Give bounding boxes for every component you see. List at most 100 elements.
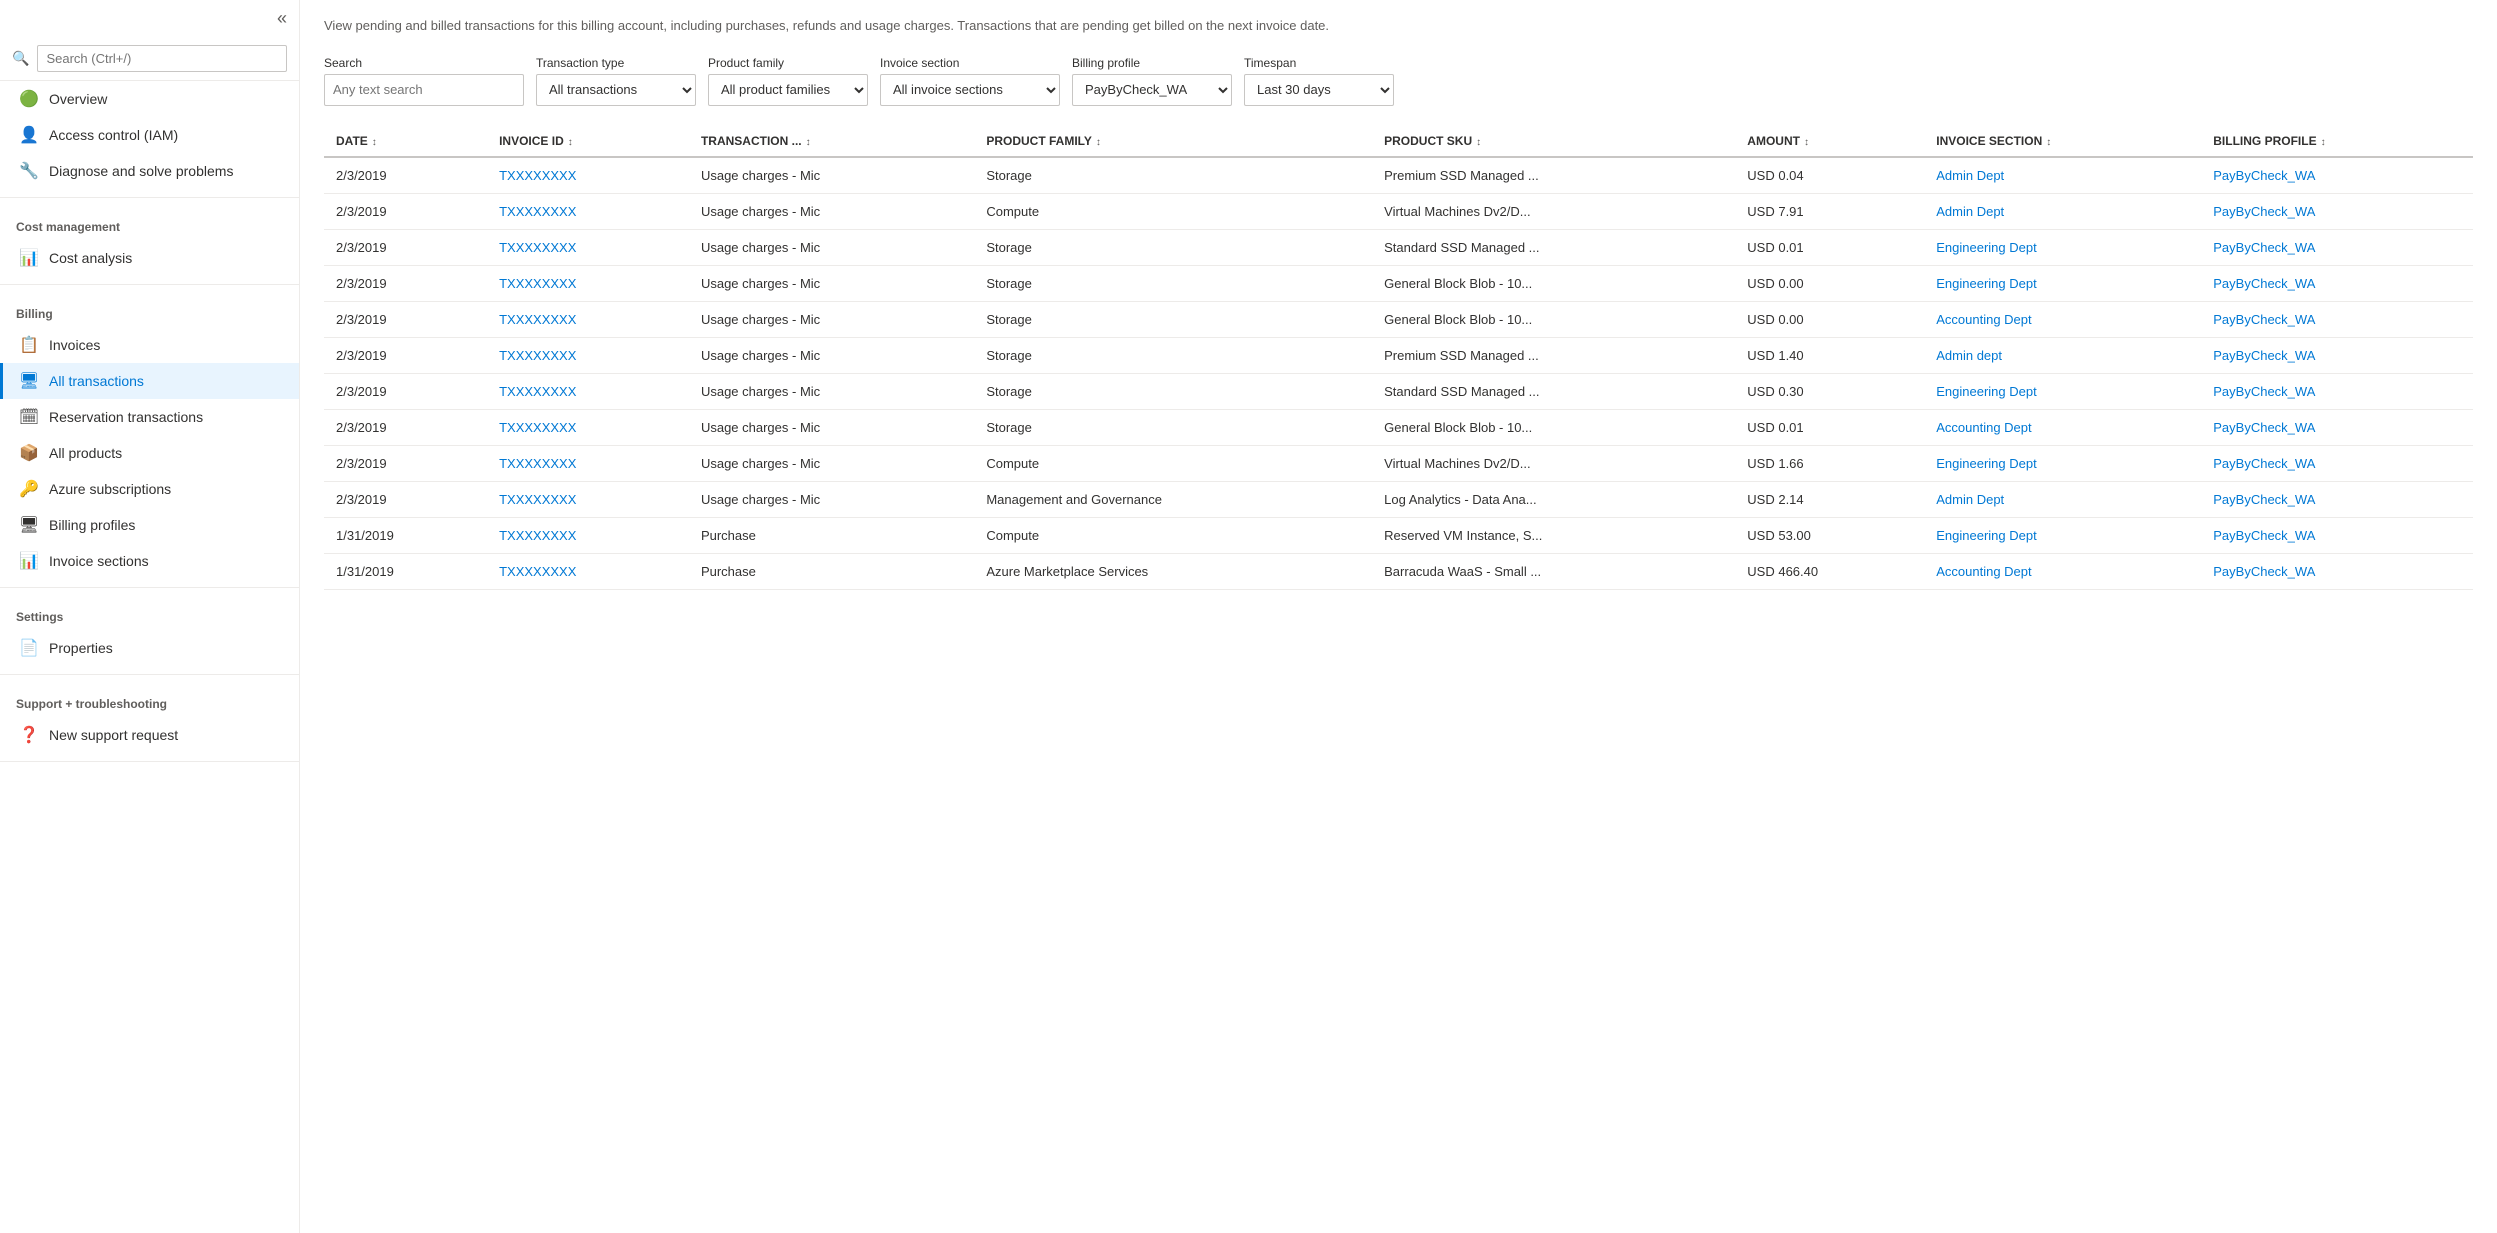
invoice_id-link[interactable]: TXXXXXXXX [499,420,576,435]
invoice_id-link[interactable]: TXXXXXXXX [499,384,576,399]
billing_profile-link[interactable]: PayByCheck_WA [2213,528,2315,543]
invoice_id-link[interactable]: TXXXXXXXX [499,204,576,219]
invoice_section-link[interactable]: Admin Dept [1936,492,2004,507]
invoice-section-select[interactable]: All invoice sectionsAdmin DeptEngineerin… [880,74,1060,106]
sidebar-divider [0,197,299,198]
cell-billing_profile: PayByCheck_WA [2201,265,2473,301]
col-header-amount[interactable]: AMOUNT↕ [1735,126,1924,157]
sidebar-item-billing-profiles[interactable]: 🖥Billing profiles [0,507,299,543]
product-family-select[interactable]: All product familiesComputeStorageNetwor… [708,74,868,106]
billing-profile-label: Billing profile [1072,56,1232,70]
invoice_section-link[interactable]: Engineering Dept [1936,240,2036,255]
sidebar-item-properties[interactable]: 📄Properties [0,630,299,666]
billing_profile-link[interactable]: PayByCheck_WA [2213,420,2315,435]
invoice_id-link[interactable]: TXXXXXXXX [499,564,576,579]
sidebar-item-all-transactions[interactable]: 🖥All transactions [0,363,299,399]
cell-transaction: Usage charges - Mic [689,481,974,517]
sidebar: « 🔍 🟢Overview👤Access control (IAM)🔧Diagn… [0,0,300,1233]
billing_profile-link[interactable]: PayByCheck_WA [2213,564,2315,579]
cost-analysis-icon: 📊 [19,248,39,268]
all-products-icon: 📦 [19,443,39,463]
timespan-select[interactable]: Last 30 daysLast 60 daysLast 90 daysCust… [1244,74,1394,106]
billing_profile-link[interactable]: PayByCheck_WA [2213,240,2315,255]
sidebar-item-cost-analysis[interactable]: 📊Cost analysis [0,240,299,276]
invoice_section-link[interactable]: Engineering Dept [1936,456,2036,471]
billing_profile-link[interactable]: PayByCheck_WA [2213,384,2315,399]
invoice_section-link[interactable]: Engineering Dept [1936,276,2036,291]
transactions-table: DATE↕INVOICE ID↕TRANSACTION ...↕PRODUCT … [324,126,2473,590]
search-input[interactable] [324,74,524,106]
billing-profiles-icon: 🖥 [19,515,39,535]
billing_profile-link[interactable]: PayByCheck_WA [2213,348,2315,363]
cell-invoice_id: TXXXXXXXX [487,301,689,337]
cell-product_sku: Premium SSD Managed ... [1372,157,1735,194]
col-header-invoice_id[interactable]: INVOICE ID↕ [487,126,689,157]
invoice_id-link[interactable]: TXXXXXXXX [499,240,576,255]
cell-invoice_section: Engineering Dept [1924,265,2201,301]
sidebar-item-invoice-sections[interactable]: 📊Invoice sections [0,543,299,579]
diagnose-icon: 🔧 [19,161,39,181]
billing_profile-link[interactable]: PayByCheck_WA [2213,204,2315,219]
invoice_section-link[interactable]: Admin Dept [1936,168,2004,183]
cell-amount: USD 53.00 [1735,517,1924,553]
cell-amount: USD 1.66 [1735,445,1924,481]
col-header-date[interactable]: DATE↕ [324,126,487,157]
invoice_id-link[interactable]: TXXXXXXXX [499,312,576,327]
invoice_id-link[interactable]: TXXXXXXXX [499,492,576,507]
reservation-transactions-icon: 🗓 [19,407,39,427]
table-row: 1/31/2019TXXXXXXXXPurchaseComputeReserve… [324,517,2473,553]
billing_profile-link[interactable]: PayByCheck_WA [2213,276,2315,291]
invoice_section-link[interactable]: Accounting Dept [1936,420,2031,435]
billing_profile-link[interactable]: PayByCheck_WA [2213,456,2315,471]
cell-invoice_section: Admin Dept [1924,193,2201,229]
invoice_section-link[interactable]: Accounting Dept [1936,312,2031,327]
billing_profile-link[interactable]: PayByCheck_WA [2213,312,2315,327]
cell-amount: USD 2.14 [1735,481,1924,517]
filters-bar: Search Transaction type All transactions… [324,56,2473,106]
invoices-icon: 📋 [19,335,39,355]
invoice_id-link[interactable]: TXXXXXXXX [499,168,576,183]
col-header-transaction[interactable]: TRANSACTION ...↕ [689,126,974,157]
sidebar-item-invoices[interactable]: 📋 Invoices [0,327,299,363]
sidebar-item-new-support-request[interactable]: ❓New support request [0,717,299,753]
sidebar-item-overview[interactable]: 🟢Overview [0,81,299,117]
sidebar-item-diagnose[interactable]: 🔧Diagnose and solve problems [0,153,299,189]
sidebar-item-azure-subscriptions[interactable]: 🔑Azure subscriptions [0,471,299,507]
invoice_id-link[interactable]: TXXXXXXXX [499,276,576,291]
billing-profile-select[interactable]: PayByCheck_WA [1072,74,1232,106]
cell-amount: USD 7.91 [1735,193,1924,229]
invoice_section-link[interactable]: Engineering Dept [1936,384,2036,399]
invoice_id-link[interactable]: TXXXXXXXX [499,348,576,363]
billing_profile-link[interactable]: PayByCheck_WA [2213,168,2315,183]
sidebar-item-all-products[interactable]: 📦All products [0,435,299,471]
sidebar-search-container: 🔍 [0,37,299,81]
sidebar-item-label: Invoices [49,337,100,353]
invoice_id-link[interactable]: TXXXXXXXX [499,528,576,543]
sidebar-search-input[interactable] [37,45,287,72]
sort-icon: ↕ [2321,137,2326,148]
billing_profile-link[interactable]: PayByCheck_WA [2213,492,2315,507]
search-label: Search [324,56,524,70]
invoice_id-link[interactable]: TXXXXXXXX [499,456,576,471]
cell-date: 1/31/2019 [324,553,487,589]
col-header-product_family[interactable]: PRODUCT FAMILY↕ [974,126,1372,157]
invoice-section-filter-group: Invoice section All invoice sectionsAdmi… [880,56,1060,106]
sidebar-item-access-control[interactable]: 👤Access control (IAM) [0,117,299,153]
transaction-type-select[interactable]: All transactionsPurchaseUsage chargesRef… [536,74,696,106]
invoice_section-link[interactable]: Admin Dept [1936,204,2004,219]
sidebar-item-reservation-transactions[interactable]: 🗓Reservation transactions [0,399,299,435]
cell-date: 2/3/2019 [324,409,487,445]
cell-invoice_id: TXXXXXXXX [487,553,689,589]
cell-amount: USD 0.01 [1735,409,1924,445]
col-header-billing_profile[interactable]: BILLING PROFILE↕ [2201,126,2473,157]
col-header-product_sku[interactable]: PRODUCT SKU↕ [1372,126,1735,157]
cell-product_sku: Standard SSD Managed ... [1372,373,1735,409]
col-header-invoice_section[interactable]: INVOICE SECTION↕ [1924,126,2201,157]
invoice_section-link[interactable]: Accounting Dept [1936,564,2031,579]
invoice_section-link[interactable]: Engineering Dept [1936,528,2036,543]
invoice_section-link[interactable]: Admin dept [1936,348,2002,363]
cell-invoice_section: Admin Dept [1924,481,2201,517]
cell-invoice_section: Accounting Dept [1924,553,2201,589]
overview-icon: 🟢 [19,89,39,109]
collapse-button[interactable]: « [0,0,299,37]
